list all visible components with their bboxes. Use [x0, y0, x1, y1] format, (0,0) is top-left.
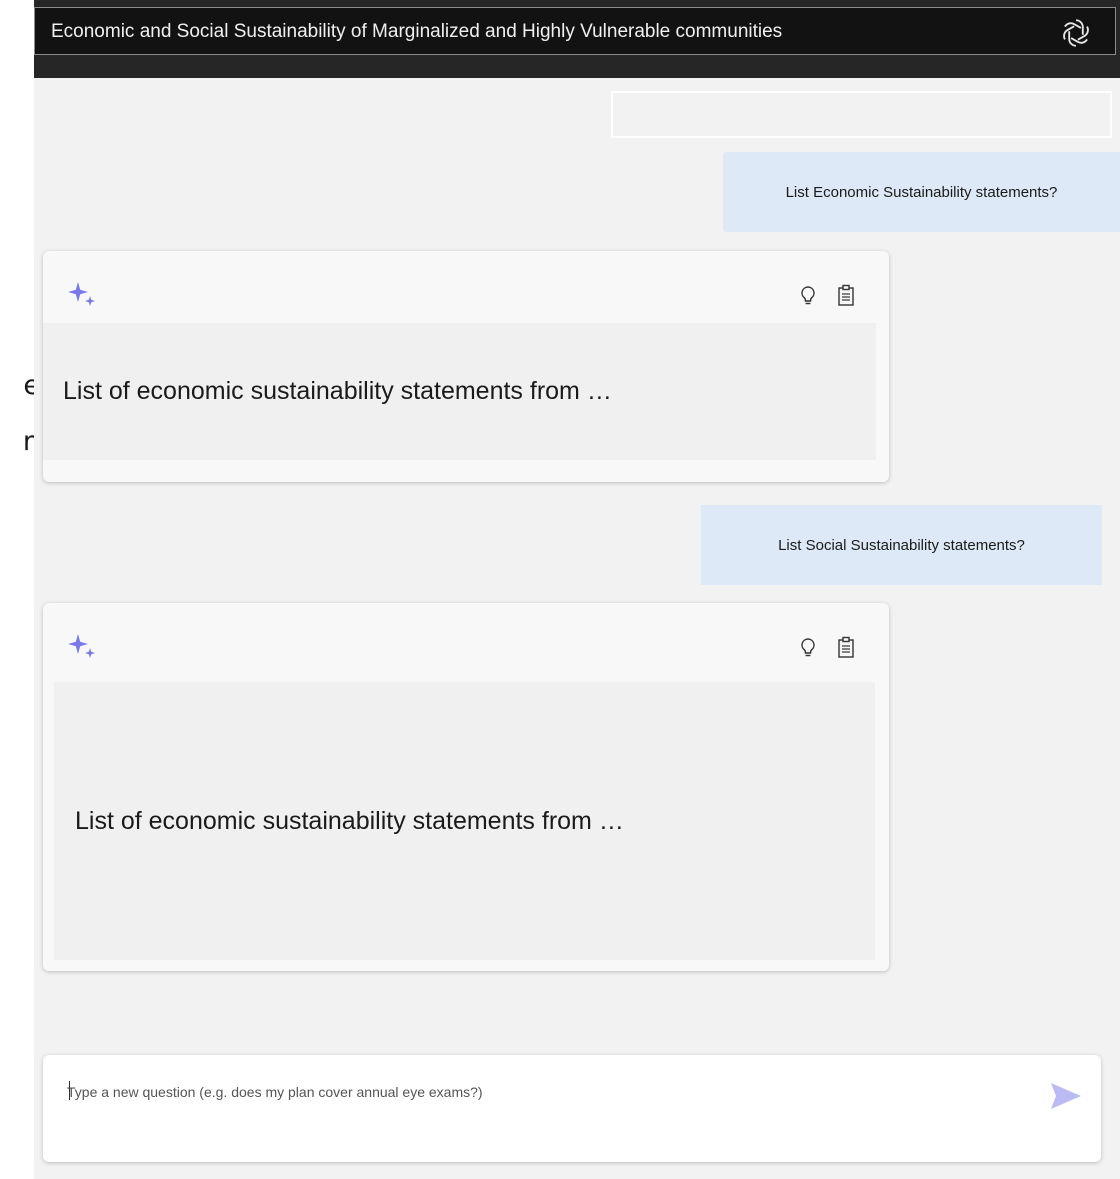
title-bar: Economic and Social Sustainability of Ma…: [34, 7, 1116, 55]
clipboard-icon[interactable]: [837, 284, 855, 306]
background-text-fragment: e: [23, 370, 34, 401]
background-text-fragment: n: [22, 426, 34, 457]
send-icon[interactable]: [1049, 1081, 1083, 1111]
text-cursor: [69, 1081, 70, 1100]
lightbulb-icon[interactable]: [799, 637, 817, 659]
user-message: List Economic Sustainability statements?: [723, 152, 1120, 232]
background-document-strip: e n: [0, 0, 34, 1179]
user-message: List Social Sustainability statements?: [701, 505, 1102, 585]
empty-placeholder-box: [611, 91, 1112, 138]
page-title: Economic and Social Sustainability of Ma…: [51, 21, 783, 42]
assistant-answer-text: List of economic sustainability statemen…: [54, 682, 875, 960]
openai-logo-icon: [1063, 19, 1089, 47]
question-input[interactable]: [67, 1081, 987, 1103]
assistant-answer-card: List of economic sustainability statemen…: [43, 251, 889, 482]
lightbulb-icon[interactable]: [799, 285, 817, 307]
question-composer: [43, 1055, 1101, 1162]
header-bar: Economic and Social Sustainability of Ma…: [34, 0, 1120, 78]
sparkle-icon: [68, 282, 95, 306]
assistant-answer-card: List of economic sustainability statemen…: [43, 603, 889, 971]
chat-page: e n Economic and Social Sustainability o…: [0, 0, 1120, 1179]
assistant-answer-text: List of economic sustainability statemen…: [43, 323, 876, 460]
clipboard-icon[interactable]: [837, 636, 855, 658]
sparkle-icon: [68, 634, 95, 658]
